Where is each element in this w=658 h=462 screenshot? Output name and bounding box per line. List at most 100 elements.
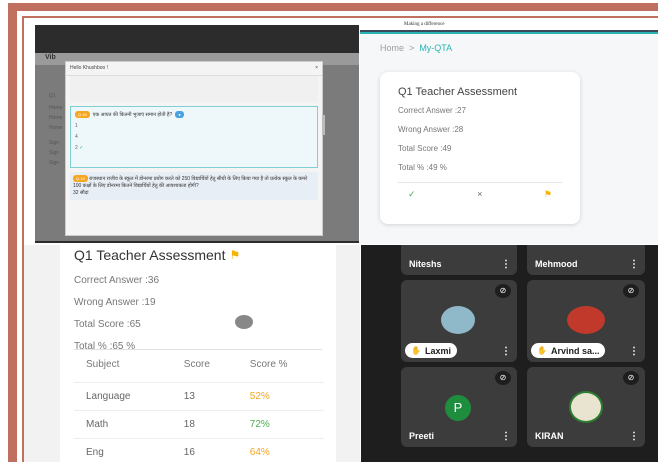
raised-hand-icon: ✋ (411, 346, 421, 355)
more-options-icon[interactable]: ⋮ (501, 259, 511, 270)
participant-tile[interactable]: Mehmood ⋮ (527, 245, 645, 275)
meeting-participants-panel: Niteshs ⋮ Mehmood ⋮ ⊘ ✋ Laxmi ⋮ ⊘ ✋ Arvi… (361, 245, 658, 462)
divider (74, 349, 322, 350)
side-item: Q1 (49, 93, 56, 99)
raised-hand-name-pill: ✋ Laxmi (405, 343, 457, 358)
score-cell: 18 (171, 410, 238, 439)
assessment-detail-panel: Q1 Teacher Assessment ⚑ Correct Answer :… (24, 245, 360, 462)
assessment-title: Q1 Teacher Assessment (398, 86, 518, 98)
divider (398, 182, 562, 183)
percent-cell: 72% (237, 410, 324, 439)
site-header: Making a difference (360, 18, 658, 32)
avatar (569, 391, 603, 423)
option-2[interactable]: 4 (75, 134, 313, 140)
participant-tile[interactable]: ⊘ ✋ Laxmi ⋮ (401, 280, 517, 362)
table-row: Math 18 72% (74, 410, 324, 439)
subject-cell: Eng (74, 438, 172, 462)
total-score: Total Score :49 (398, 144, 452, 153)
column-header: Score % (249, 359, 288, 370)
total-percent: Total % :49 % (398, 163, 447, 172)
more-options-icon[interactable]: ⋮ (501, 346, 511, 357)
frame-border-top (8, 3, 658, 11)
percent-cell: 52% (237, 382, 324, 411)
table-row: Eng 16 64% (74, 438, 324, 462)
score-cell: 16 (171, 438, 238, 462)
side-item: Home (49, 115, 63, 121)
qta-panel: Making a difference Home > My-QTA Q1 Tea… (360, 18, 658, 244)
more-options-icon[interactable]: ⋮ (629, 431, 639, 442)
breadcrumb-current[interactable]: My-QTA (419, 43, 452, 53)
subject-cell: Language (74, 382, 172, 411)
participant-tile[interactable]: ⊘ KIRAN ⋮ (527, 367, 645, 447)
participant-name: Preeti (409, 431, 435, 441)
close-icon[interactable]: × (477, 189, 482, 200)
check-icon[interactable]: ✓ (408, 189, 416, 200)
muted-mic-icon: ⊘ (495, 371, 511, 385)
flag-icon[interactable]: ⚑ (229, 248, 240, 262)
muted-mic-icon: ⊘ (623, 371, 639, 385)
next-question[interactable]: Q.19 राजस्थान राजीव के स्कूल में डोनरमा … (70, 172, 318, 200)
percent-cell: 64% (237, 438, 324, 462)
participant-tile[interactable]: Niteshs ⋮ (401, 245, 517, 275)
app-logo: Vib (45, 54, 56, 61)
column-header: Subject (86, 359, 120, 370)
muted-mic-icon: ⊘ (495, 284, 511, 298)
screenshot-frame: Vib Q1 Home Home Home Sign Sign Sign Hel… (0, 0, 658, 462)
assessment-card[interactable]: Q1 Teacher Assessment Correct Answer :27… (380, 72, 580, 224)
flag-icon[interactable]: ⚑ (544, 189, 552, 200)
assessment-title: Q1 Teacher Assessment ⚑ (74, 245, 322, 265)
option-3[interactable]: 2 ✓ (75, 145, 313, 151)
raised-hand-name-pill: ✋ Arvind sa... (531, 343, 606, 358)
check-icon: ✓ (79, 145, 84, 151)
scrollbar[interactable] (322, 115, 325, 135)
participant-tile[interactable]: ⊘ P Preeti ⋮ (401, 367, 517, 447)
breadcrumb: Home > My-QTA (380, 43, 452, 53)
avatar (567, 306, 605, 334)
side-item: Home (49, 105, 63, 111)
side-item: Sign (49, 160, 60, 166)
avatar (441, 306, 475, 334)
avatar: P (445, 395, 471, 421)
site-tagline: Making a difference (404, 22, 445, 27)
correct-answer: Correct Answer :36 (74, 275, 160, 286)
participant-name: Niteshs (409, 259, 442, 269)
wrong-answer: Wrong Answer :28 (398, 125, 464, 134)
greeting-text: Hello Khushboo ! (70, 65, 109, 71)
side-item: Home (49, 125, 63, 131)
header-accent (360, 32, 658, 34)
breadcrumb-home[interactable]: Home (380, 43, 404, 53)
option-1[interactable]: 1 (75, 123, 313, 129)
total-score: Total Score :65 (74, 319, 141, 330)
column-header: Score (183, 359, 210, 370)
info-badge: ● (175, 111, 184, 118)
table-row: Language 13 52% (74, 382, 324, 411)
question-modal: Hello Khushboo ! × Q.16 एक आयत की कितनी … (65, 61, 323, 236)
participant-name: Arvind sa... (550, 345, 600, 356)
cursor-dot (235, 315, 253, 329)
question-number-badge: Q.16 (75, 111, 90, 118)
close-icon[interactable]: × (315, 65, 318, 72)
side-item: Sign (49, 150, 60, 156)
modal-header: Hello Khushboo ! × (66, 62, 322, 76)
screen-share-panel: Vib Q1 Home Home Home Sign Sign Sign Hel… (35, 25, 359, 243)
participant-name: Laxmi (424, 345, 451, 356)
wrong-answer: Wrong Answer :19 (74, 297, 156, 308)
participant-tile[interactable]: ⊘ ✋ Arvind sa... ⋮ (527, 280, 645, 362)
answer-hint: 32 सौदा (73, 190, 89, 196)
assessment-title-text: Q1 Teacher Assessment (74, 247, 226, 263)
correct-answer: Correct Answer :27 (398, 106, 467, 115)
side-item: Sign (49, 140, 60, 146)
more-options-icon[interactable]: ⋮ (501, 431, 511, 442)
table-header-row: Subject Score Score % (74, 354, 324, 383)
assessment-detail-card: Q1 Teacher Assessment ⚑ Correct Answer :… (60, 245, 336, 462)
frame-border-left (8, 3, 17, 462)
active-question-card[interactable]: Q.16 एक आयत की कितनी भुजाएं समान होती है… (70, 106, 318, 168)
more-options-icon[interactable]: ⋮ (629, 259, 639, 270)
previous-question (70, 76, 318, 102)
total-percent: Total % :65 % (74, 341, 136, 352)
muted-mic-icon: ⊘ (623, 284, 639, 298)
question-line: Q.16 एक आयत की कितनी भुजाएं समान होती है… (75, 111, 313, 118)
question-number-badge: Q.19 (73, 175, 88, 182)
more-options-icon[interactable]: ⋮ (629, 346, 639, 357)
question-text: एक आयत की कितनी भुजाएं समान होती है? (92, 111, 173, 118)
